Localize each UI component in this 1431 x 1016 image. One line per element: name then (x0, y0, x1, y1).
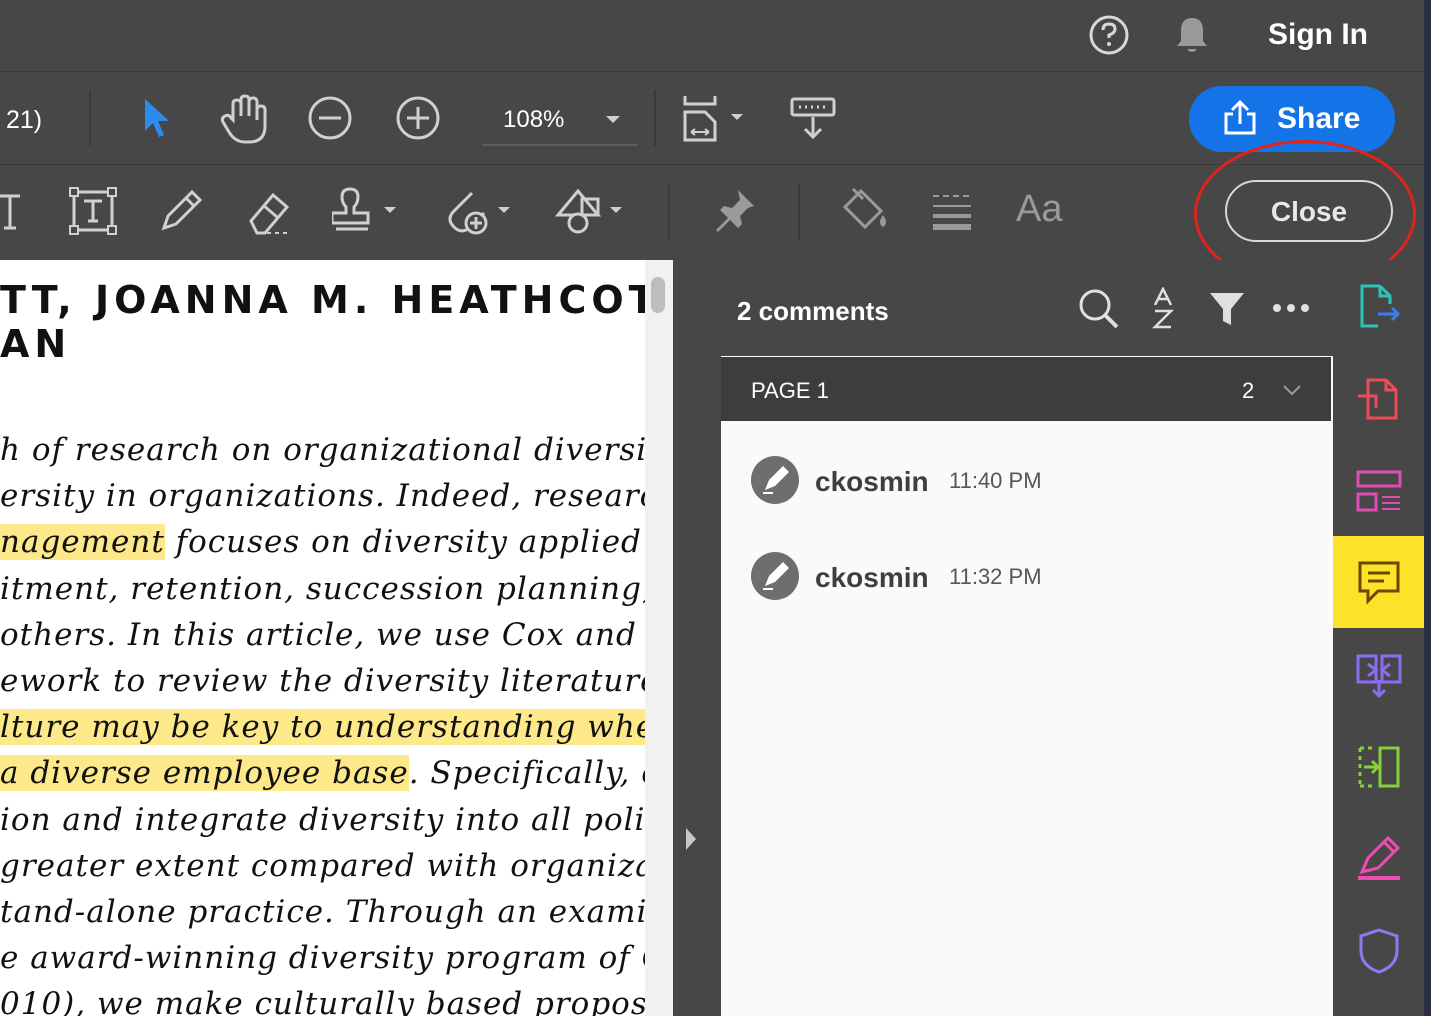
document-text-line: e award-winning diversity program of Car (0, 940, 645, 976)
pencil-icon[interactable] (154, 184, 208, 238)
document-text-line: tand-alone practice. Through an examina (0, 894, 645, 930)
comment-icon[interactable] (1352, 555, 1406, 609)
more-options-icon[interactable] (1270, 296, 1312, 320)
highlight-comment-icon (751, 456, 799, 504)
export-pdf-icon[interactable] (1352, 280, 1406, 334)
select-arrow-icon[interactable] (136, 94, 176, 142)
document-text-line: ion and integrate diversity into all pol… (0, 802, 645, 838)
text-run: . Specifically, o (408, 755, 645, 792)
close-label: Close (1270, 196, 1348, 227)
stamp-icon[interactable] (332, 184, 402, 238)
document-text-line: lture may be key to understanding whe (0, 709, 645, 746)
zoom-value: 108% (503, 106, 565, 133)
shapes-icon[interactable] (554, 184, 626, 238)
comment-time: 11:40 PM (949, 468, 1042, 493)
organize-pages-icon[interactable] (1352, 464, 1406, 518)
create-pdf-icon[interactable] (1352, 372, 1406, 426)
compress-pdf-icon[interactable] (1352, 648, 1406, 702)
document-text-line: 010), we make culturally based propositi… (0, 986, 645, 1016)
filter-icon[interactable] (1206, 288, 1248, 330)
highlighted-text[interactable]: lture may be key to understanding whe (0, 709, 645, 746)
chevron-down-icon[interactable] (1282, 380, 1302, 400)
document-text-line: h of research on organizational diversit… (0, 432, 645, 468)
text-tool-icon[interactable] (0, 188, 22, 236)
sign-in-link[interactable]: Sign In (1268, 18, 1368, 52)
document-text-line: itment, retention, succession planning, … (0, 571, 645, 607)
text-run: ion and integrate diversity into all pol… (0, 801, 645, 838)
text-run: others. In this article, we use Cox and … (0, 616, 645, 653)
document-text-line: a diverse employee base. Specifically, o (0, 755, 645, 792)
highlighted-text[interactable]: a diverse employee base (0, 755, 409, 792)
comment-item[interactable]: ckosmin 11:40 PM (751, 456, 1311, 506)
collapse-panel-arrow-icon[interactable] (684, 826, 698, 857)
chevron-down-icon (605, 112, 621, 130)
textbox-tool-icon[interactable] (66, 184, 120, 238)
sort-az-icon[interactable] (1150, 286, 1176, 330)
zoom-out-icon[interactable] (304, 92, 356, 144)
toolbar-divider (654, 90, 656, 146)
comment-item[interactable]: ckosmin 11:32 PM (751, 552, 1311, 602)
share-label: Share (1277, 102, 1361, 135)
document-scrollbar[interactable] (645, 260, 673, 1016)
scroll-mode-icon[interactable] (786, 92, 840, 144)
comment-author: ckosmin (815, 562, 929, 593)
text-run: e award-winning diversity program of Car (0, 940, 645, 977)
author-line: AN (0, 322, 72, 366)
text-run: focuses on diversity applied to (164, 524, 645, 561)
text-run: 010), we make culturally based propositi… (0, 986, 645, 1016)
toolbar-divider (798, 184, 800, 240)
document-text-line: ework to review the diversity literature… (0, 663, 645, 699)
highlighted-text[interactable]: nagement (0, 524, 165, 561)
fit-page-icon[interactable] (678, 92, 746, 144)
scrollbar-thumb[interactable] (651, 277, 665, 313)
protect-shield-icon[interactable] (1352, 924, 1406, 978)
zoom-dropdown[interactable]: 108% (483, 96, 637, 146)
comment-author: ckosmin (815, 466, 929, 497)
toolbar-divider (89, 90, 91, 146)
share-upload-icon (1223, 99, 1257, 141)
eraser-icon[interactable] (242, 184, 298, 238)
document-text-line: nagement focuses on diversity applied to (0, 524, 645, 561)
text-run: ersity in organizations. Indeed, researc… (0, 478, 645, 515)
text-run: ework to review the diversity literature… (0, 663, 645, 699)
close-button[interactable]: Close (1225, 180, 1393, 242)
document-text-line: others. In this article, we use Cox and … (0, 617, 645, 653)
zoom-in-icon[interactable] (392, 92, 444, 144)
pin-icon[interactable] (708, 184, 762, 238)
hand-tool-icon[interactable] (216, 92, 270, 146)
attach-icon[interactable] (442, 184, 514, 238)
page-group-count: 2 (1242, 378, 1255, 403)
search-icon[interactable] (1076, 286, 1122, 332)
fill-color-icon[interactable] (836, 184, 892, 238)
page-group-label: PAGE 1 (751, 378, 829, 403)
panel-gutter (673, 260, 721, 1016)
edit-pdf-icon[interactable] (1352, 740, 1406, 794)
window-edge (1424, 0, 1431, 1016)
text-run: h of research on organizational diversit… (0, 432, 645, 468)
page-indicator: 21) (6, 106, 43, 134)
help-icon[interactable] (1086, 12, 1132, 58)
toolbar-divider (668, 184, 670, 240)
document-page: TT, JOANNA M. HEATHCOTE, AN h of researc… (0, 260, 645, 1016)
author-line: TT, JOANNA M. HEATHCOTE, (0, 278, 645, 322)
text-run: tand-alone practice. Through an examina (0, 894, 645, 930)
fill-sign-icon[interactable] (1352, 832, 1406, 886)
document-text-line: greater extent compared with organiza (0, 848, 645, 884)
document-text-line: ersity in organizations. Indeed, researc… (0, 478, 645, 514)
bell-icon[interactable] (1170, 12, 1214, 58)
highlight-comment-icon (751, 552, 799, 600)
text-run: itment, retention, succession planning, … (0, 570, 645, 607)
comment-time: 11:32 PM (949, 564, 1042, 589)
line-weight-icon[interactable] (926, 184, 978, 238)
comment-count: 2 comments (737, 296, 889, 326)
share-button[interactable]: Share (1189, 86, 1395, 152)
text-format-button[interactable]: Aa (1016, 188, 1062, 231)
text-run: greater extent compared with organiza (0, 847, 645, 884)
